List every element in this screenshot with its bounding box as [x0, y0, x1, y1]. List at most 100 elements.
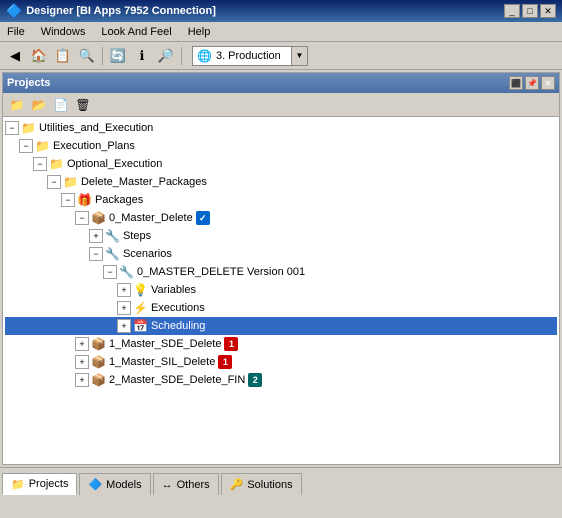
panel-minimize-btn[interactable]: ⬛ — [509, 76, 523, 90]
tree-icon-optional-execution: 📁 — [49, 156, 64, 172]
tree-icon-packages: 🎁 — [77, 192, 92, 208]
tree-expander-root[interactable]: − — [5, 121, 19, 135]
tree-node-master-delete[interactable]: −📦0_Master_Delete✓ — [5, 209, 557, 227]
tree-icon-scheduling: 📅 — [133, 318, 148, 334]
tree-node-scheduling[interactable]: +📅Scheduling — [5, 317, 557, 335]
tree-expander-master-sde-delete[interactable]: + — [75, 337, 89, 351]
tree-label-master-sil-delete: 1_Master_SIL_Delete — [109, 354, 215, 370]
tree-expander-packages[interactable]: − — [61, 193, 75, 207]
others-tab-icon: ↔ — [162, 479, 173, 491]
tree-expander-master-sde-delete-fin[interactable]: + — [75, 373, 89, 387]
tree-label-scheduling: Scheduling — [151, 318, 205, 334]
solutions-tab[interactable]: 🔑Solutions — [221, 473, 302, 495]
tree-label-master-delete-version: 0_MASTER_DELETE Version 001 — [137, 264, 305, 280]
tree-icon-master-delete-version: 🔧 — [119, 264, 134, 280]
tree-label-delete-master: Delete_Master_Packages — [81, 174, 207, 190]
projects-tab[interactable]: 📁Projects — [2, 473, 77, 495]
tree-expander-variables[interactable]: + — [117, 283, 131, 297]
badge-master-delete: ✓ — [196, 211, 210, 225]
info-btn[interactable]: ℹ — [131, 45, 153, 67]
badge-master-sde-delete: 1 — [224, 337, 238, 351]
home-btn[interactable]: 🏠 — [28, 45, 50, 67]
tree-icon-master-sde-delete-fin: 📦 — [91, 372, 106, 388]
maximize-button[interactable]: □ — [522, 4, 538, 18]
back-btn[interactable]: ◀ — [4, 45, 26, 67]
solutions-tab-label: Solutions — [247, 479, 292, 491]
tree-expander-steps[interactable]: + — [89, 229, 103, 243]
tree-node-variables[interactable]: +💡Variables — [5, 281, 557, 299]
tree-node-master-delete-version[interactable]: −🔧0_MASTER_DELETE Version 001 — [5, 263, 557, 281]
others-tab-label: Others — [177, 479, 210, 491]
close-button[interactable]: ✕ — [540, 4, 556, 18]
tree-expander-scenarios[interactable]: − — [89, 247, 103, 261]
tree-label-packages: Packages — [95, 192, 143, 208]
tree-node-executions[interactable]: +⚡Executions — [5, 299, 557, 317]
tree-icon-execution-plans: 📁 — [35, 138, 50, 154]
tree-label-master-sde-delete: 1_Master_SDE_Delete — [109, 336, 222, 352]
menu-file[interactable]: File — [4, 25, 28, 39]
models-tab-icon: 🔷 — [88, 478, 102, 491]
panel-delete-btn[interactable]: 🗑 — [73, 96, 93, 114]
models-tab[interactable]: 🔷 Models — [79, 473, 150, 495]
badge-master-sil-delete: 1 — [218, 355, 232, 369]
panel-new-folder-btn[interactable]: 📁 — [7, 96, 27, 114]
tree-label-executions: Executions — [151, 300, 205, 316]
tree-node-execution-plans[interactable]: −📁Execution_Plans — [5, 137, 557, 155]
tree-label-root: Utilities_and_Execution — [39, 120, 153, 136]
minimize-button[interactable]: _ — [504, 4, 520, 18]
env-selector: 🌐 3. Production ▼ — [192, 46, 308, 66]
tree-icon-root: 📁 — [21, 120, 36, 136]
tree-label-master-delete: 0_Master_Delete — [109, 210, 193, 226]
others-tab[interactable]: ↔ Others — [153, 473, 219, 495]
tree-expander-executions[interactable]: + — [117, 301, 131, 315]
env-dropdown-arrow[interactable]: ▼ — [292, 46, 308, 66]
panel-close-btn[interactable]: ✕ — [541, 76, 555, 90]
projects-tab-label: Projects — [29, 478, 69, 490]
panel-new-file-btn[interactable]: 📄 — [51, 96, 71, 114]
refresh-btn[interactable]: 🔄 — [107, 45, 129, 67]
models-tab-label: Models — [106, 479, 141, 491]
tree-icon-master-sil-delete: 📦 — [91, 354, 106, 370]
panel-pin-btn[interactable]: 📌 — [525, 76, 539, 90]
tree-node-steps[interactable]: +🔧Steps — [5, 227, 557, 245]
menu-windows[interactable]: Windows — [38, 25, 89, 39]
tree-node-scenarios[interactable]: −🔧Scenarios — [5, 245, 557, 263]
tree-node-root[interactable]: −📁Utilities_and_Execution — [5, 119, 557, 137]
badge-master-sde-delete-fin: 2 — [248, 373, 262, 387]
menu-bar: File Windows Look And Feel Help — [0, 22, 562, 42]
tree-expander-execution-plans[interactable]: − — [19, 139, 33, 153]
tree-expander-delete-master[interactable]: − — [47, 175, 61, 189]
menu-help[interactable]: Help — [185, 25, 214, 39]
panel-controls: ⬛ 📌 ✕ — [509, 76, 555, 90]
panel-title: Projects — [7, 77, 50, 89]
find-btn[interactable]: 🔎 — [155, 45, 177, 67]
tree-expander-master-delete[interactable]: − — [75, 211, 89, 225]
tree-node-delete-master[interactable]: −📁Delete_Master_Packages — [5, 173, 557, 191]
menu-look-feel[interactable]: Look And Feel — [98, 25, 174, 39]
env-dropdown[interactable]: 🌐 3. Production — [192, 46, 292, 66]
tree-expander-optional-execution[interactable]: − — [33, 157, 47, 171]
toolbar-sep-1 — [102, 47, 103, 65]
env-icon: 🌐 — [197, 49, 212, 63]
tree-icon-steps: 🔧 — [105, 228, 120, 244]
projects-panel: Projects ⬛ 📌 ✕ 📁 📂 📄 🗑 −📁Utilities_and_E… — [2, 72, 560, 465]
tree-label-execution-plans: Execution_Plans — [53, 138, 135, 154]
tree-expander-master-sil-delete[interactable]: + — [75, 355, 89, 369]
tree-node-master-sil-delete[interactable]: +📦1_Master_SIL_Delete1 — [5, 353, 557, 371]
search-btn[interactable]: 🔍 — [76, 45, 98, 67]
tree-icon-variables: 💡 — [133, 282, 148, 298]
tree-icon-master-sde-delete: 📦 — [91, 336, 106, 352]
tree-node-optional-execution[interactable]: −📁Optional_Execution — [5, 155, 557, 173]
toolbar-sep-2 — [181, 47, 182, 65]
tree-area[interactable]: −📁Utilities_and_Execution−📁Execution_Pla… — [3, 117, 559, 464]
copy-btn[interactable]: 📋 — [52, 45, 74, 67]
tree-node-packages[interactable]: −🎁Packages — [5, 191, 557, 209]
tree-label-scenarios: Scenarios — [123, 246, 172, 262]
tree-label-variables: Variables — [151, 282, 196, 298]
tree-node-master-sde-delete[interactable]: +📦1_Master_SDE_Delete1 — [5, 335, 557, 353]
tree-expander-master-delete-version[interactable]: − — [103, 265, 117, 279]
panel-open-btn[interactable]: 📂 — [29, 96, 49, 114]
tree-node-master-sde-delete-fin[interactable]: +📦2_Master_SDE_Delete_FIN2 — [5, 371, 557, 389]
tree-icon-delete-master: 📁 — [63, 174, 78, 190]
tree-expander-scheduling[interactable]: + — [117, 319, 131, 333]
